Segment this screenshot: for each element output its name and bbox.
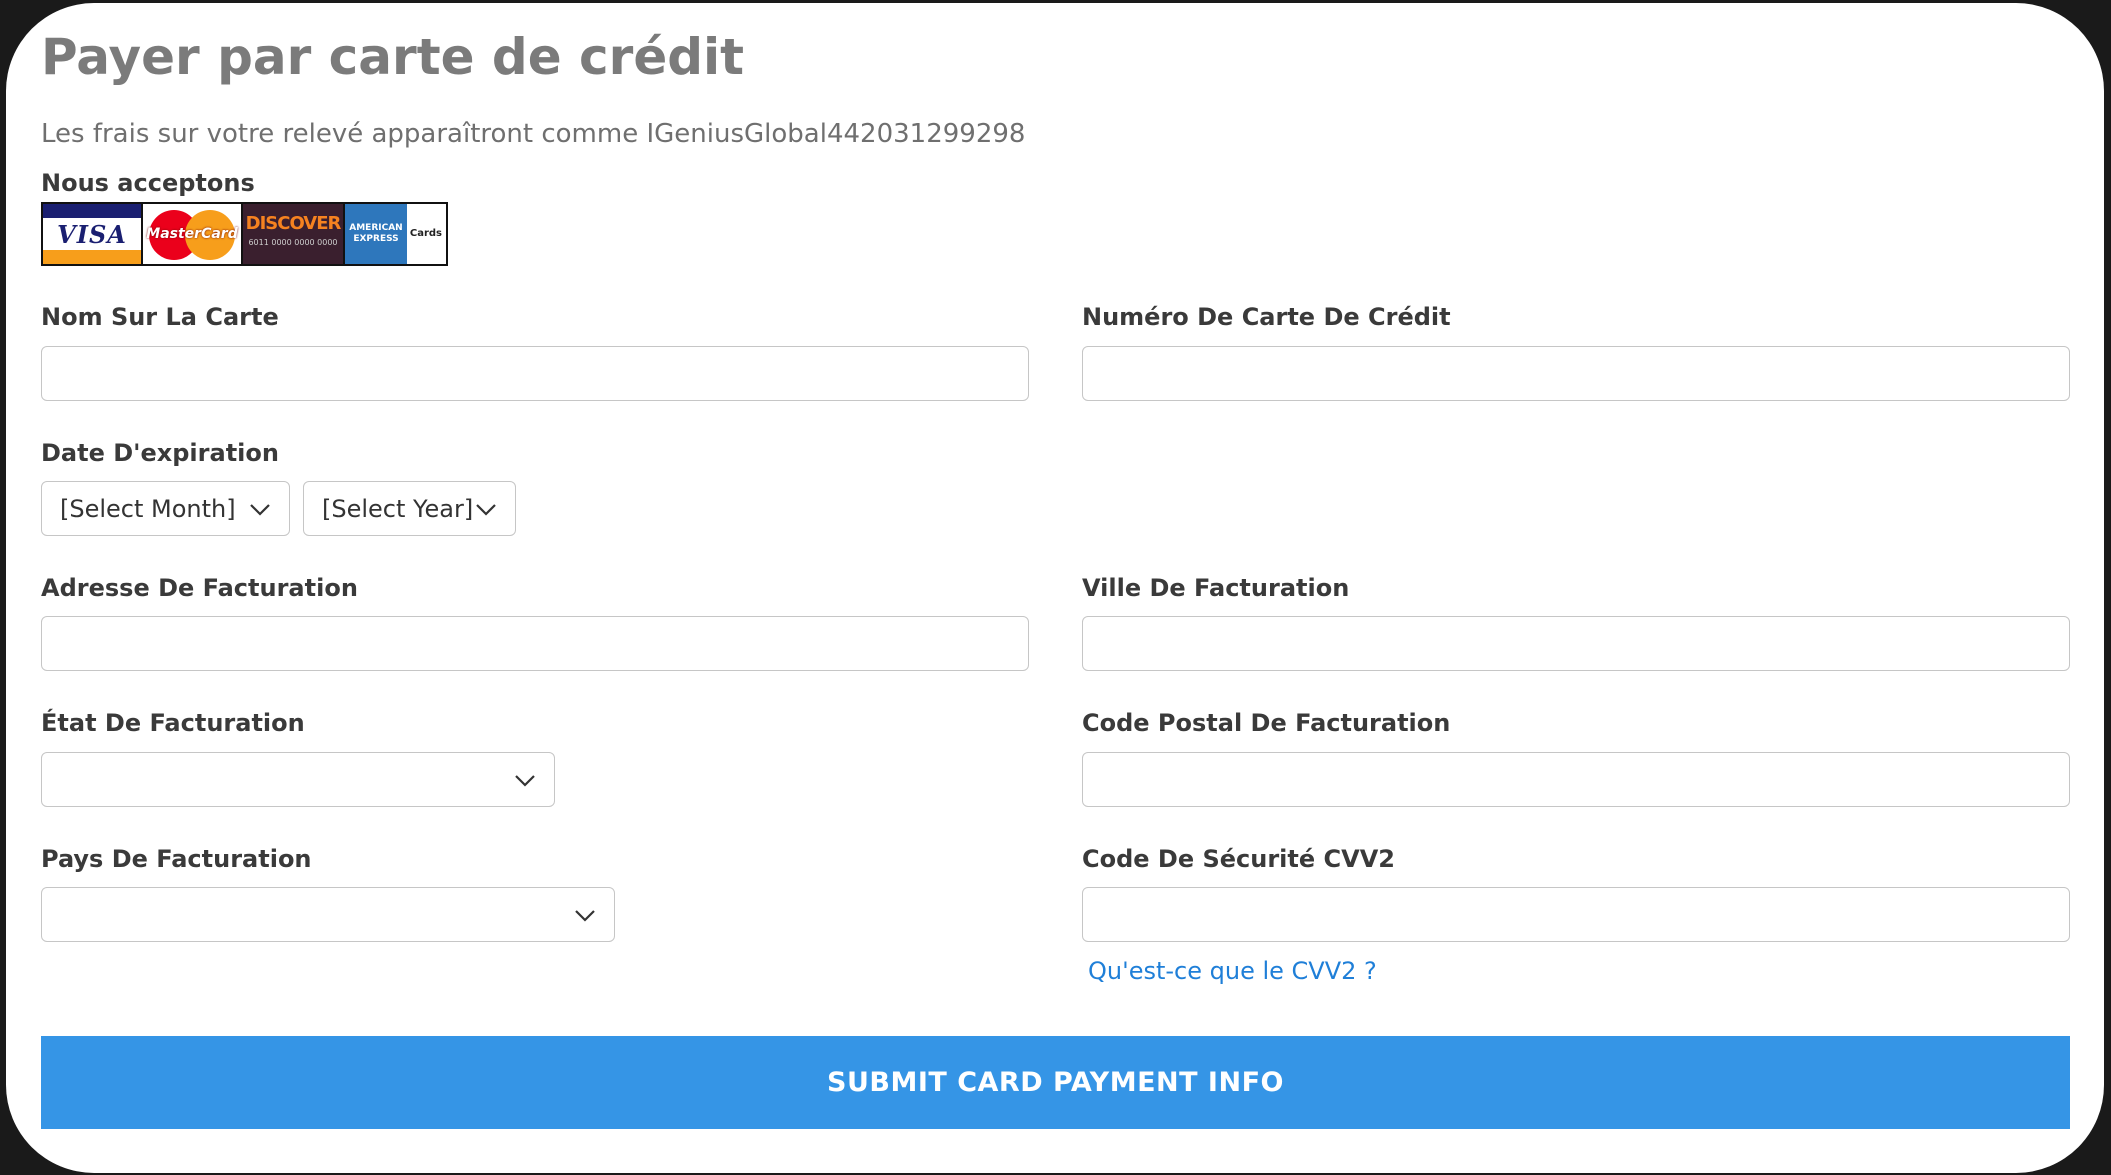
billing-country-select[interactable] xyxy=(41,887,615,942)
page-title: Payer par carte de crédit xyxy=(41,28,745,86)
expiration-date-label: Date D'expiration xyxy=(41,439,279,467)
payment-form-panel: Payer par carte de crédit Les frais sur … xyxy=(6,3,2104,1173)
mastercard-logo: MasterCard xyxy=(143,204,243,264)
expiration-month-select[interactable]: [Select Month] xyxy=(41,481,290,536)
billing-address-input[interactable] xyxy=(41,616,1029,671)
chevron-down-icon xyxy=(575,909,595,922)
card-number-label: Numéro De Carte De Crédit xyxy=(1082,303,1451,331)
cvv-label: Code De Sécurité CVV2 xyxy=(1082,845,1395,873)
visa-logo: VISA xyxy=(43,204,143,264)
name-on-card-input[interactable] xyxy=(41,346,1029,401)
accepted-cards-label: Nous acceptons xyxy=(41,169,255,197)
submit-payment-button[interactable]: SUBMIT CARD PAYMENT INFO xyxy=(41,1036,2070,1129)
card-number-input[interactable] xyxy=(1082,346,2070,401)
billing-zip-input[interactable] xyxy=(1082,752,2070,807)
name-on-card-label: Nom Sur La Carte xyxy=(41,303,279,331)
billing-city-input[interactable] xyxy=(1082,616,2070,671)
billing-city-label: Ville De Facturation xyxy=(1082,574,1350,602)
accepted-cards-logos: VISA MasterCard DISCOVER 6011 0000 0000 … xyxy=(41,202,448,266)
chevron-down-icon xyxy=(515,774,535,787)
expiration-year-value: [Select Year] xyxy=(322,494,474,523)
chevron-down-icon xyxy=(476,503,496,516)
billing-state-select[interactable] xyxy=(41,752,555,807)
chevron-down-icon xyxy=(250,503,270,516)
statement-note: Les frais sur votre relevé apparaîtront … xyxy=(41,119,1026,149)
discover-logo: DISCOVER 6011 0000 0000 0000 xyxy=(243,204,345,264)
billing-zip-label: Code Postal De Facturation xyxy=(1082,709,1451,737)
expiration-year-select[interactable]: [Select Year] xyxy=(303,481,516,536)
cvv-input[interactable] xyxy=(1082,887,2070,942)
billing-country-label: Pays De Facturation xyxy=(41,845,312,873)
expiration-month-value: [Select Month] xyxy=(60,494,236,523)
what-is-cvv-link[interactable]: Qu'est-ce que le CVV2 ? xyxy=(1088,955,1377,987)
billing-address-label: Adresse De Facturation xyxy=(41,574,358,602)
amex-logo: AMERICAN EXPRESS Cards xyxy=(345,204,446,264)
billing-state-label: État De Facturation xyxy=(41,709,305,737)
